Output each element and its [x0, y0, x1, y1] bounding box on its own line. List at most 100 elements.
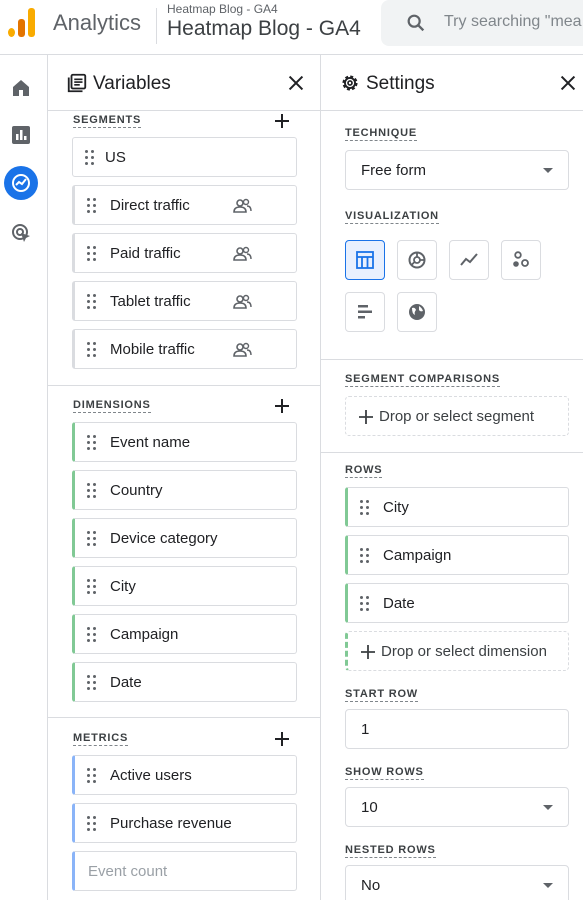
metric-placeholder: Event count: [88, 863, 168, 880]
row-chip-label: Date: [383, 595, 415, 612]
drag-handle-icon[interactable]: [87, 531, 97, 547]
viz-bar-button[interactable]: [345, 292, 385, 332]
viz-donut-button[interactable]: [397, 240, 437, 280]
metric-chip[interactable]: Active users: [72, 755, 297, 795]
segment-chip[interactable]: US: [72, 137, 297, 177]
variables-header: Variables: [48, 55, 320, 111]
segment-chip[interactable]: Paid traffic: [72, 233, 297, 273]
drag-handle-icon[interactable]: [360, 548, 370, 564]
drag-handle-icon[interactable]: [87, 435, 97, 451]
drag-handle-icon[interactable]: [87, 246, 97, 262]
home-icon[interactable]: [9, 76, 33, 100]
add-segment-icon[interactable]: [273, 112, 291, 130]
metric-chip-label: Active users: [110, 767, 192, 784]
variables-icon: [67, 73, 87, 93]
close-icon[interactable]: [285, 72, 307, 94]
metric-chip[interactable]: Purchase revenue: [72, 803, 297, 843]
technique-select[interactable]: Free form: [345, 150, 569, 190]
drag-handle-icon[interactable]: [87, 579, 97, 595]
segment-chip[interactable]: Tablet traffic: [72, 281, 297, 321]
show-rows-value: 10: [361, 799, 378, 816]
account-name[interactable]: Heatmap Blog - GA4: [167, 2, 278, 16]
dimension-chip-label: Country: [110, 482, 163, 499]
rows-drop-label: Drop or select dimension: [381, 643, 547, 660]
segment-drop-label: Drop or select segment: [379, 408, 535, 425]
segment-chip[interactable]: Mobile traffic: [72, 329, 297, 369]
add-metric-icon[interactable]: [273, 730, 291, 748]
divider: [48, 385, 320, 386]
segment-drop-zone[interactable]: Drop or select segment: [345, 396, 569, 436]
rows-drop-zone[interactable]: Drop or select dimension: [345, 631, 569, 671]
viz-table-button[interactable]: [345, 240, 385, 280]
drag-handle-icon[interactable]: [87, 294, 97, 310]
drag-handle-icon[interactable]: [85, 150, 95, 166]
dimension-chip-label: Device category: [110, 530, 218, 547]
advertising-icon[interactable]: [9, 221, 33, 245]
close-icon[interactable]: [557, 72, 579, 94]
drag-handle-icon[interactable]: [87, 675, 97, 691]
geo-map-icon: [409, 304, 425, 320]
dimension-chip[interactable]: Date: [72, 662, 297, 702]
drag-handle-icon[interactable]: [87, 342, 97, 358]
divider: [321, 452, 583, 453]
row-chip[interactable]: Date: [345, 583, 569, 623]
segment-chip[interactable]: Direct traffic: [72, 185, 297, 225]
dimension-chip-label: Event name: [110, 434, 191, 451]
dimension-chip[interactable]: City: [72, 566, 297, 606]
reports-icon[interactable]: [9, 123, 33, 147]
dropdown-arrow-icon: [543, 168, 553, 173]
property-selector[interactable]: Heatmap Blog - GA4: [167, 17, 361, 41]
explore-icon[interactable]: [9, 171, 33, 195]
drag-handle-icon[interactable]: [87, 483, 97, 499]
viz-geo-button[interactable]: [397, 292, 437, 332]
show-rows-select[interactable]: 10: [345, 787, 569, 827]
top-bar: Analytics Heatmap Blog - GA4 Heatmap Blo…: [0, 0, 583, 55]
row-chip[interactable]: City: [345, 487, 569, 527]
dropdown-arrow-icon: [543, 805, 553, 810]
dimension-chip-label: Campaign: [110, 626, 179, 643]
drag-handle-icon[interactable]: [360, 500, 370, 516]
add-dimension-icon[interactable]: [273, 397, 291, 415]
dimension-chip[interactable]: Campaign: [72, 614, 297, 654]
rows-label: ROWS: [345, 464, 383, 478]
dimension-chip-label: City: [110, 578, 136, 595]
left-nav: [0, 55, 48, 900]
people-icon: [233, 342, 252, 357]
show-rows-label: SHOW ROWS: [345, 766, 424, 780]
segment-chip-label: Direct traffic: [110, 197, 190, 214]
dimension-chip[interactable]: Country: [72, 470, 297, 510]
settings-header: Settings: [321, 55, 583, 111]
row-chip[interactable]: Campaign: [345, 535, 569, 575]
technique-label: TECHNIQUE: [345, 127, 417, 141]
plus-icon: [361, 645, 375, 659]
analytics-logo-icon[interactable]: [8, 7, 36, 37]
plus-icon: [359, 410, 373, 424]
drag-handle-icon[interactable]: [87, 198, 97, 214]
metric-drop-field[interactable]: Event count: [72, 851, 297, 891]
drag-handle-icon[interactable]: [87, 627, 97, 643]
viz-line-button[interactable]: [449, 240, 489, 280]
drag-handle-icon[interactable]: [87, 816, 97, 832]
drag-handle-icon[interactable]: [360, 596, 370, 612]
start-row-label: START ROW: [345, 688, 418, 702]
dimension-chip-label: Date: [110, 674, 142, 691]
dimension-chip[interactable]: Event name: [72, 422, 297, 462]
segment-comparisons-label: SEGMENT COMPARISONS: [345, 373, 500, 387]
technique-value: Free form: [361, 162, 427, 179]
segments-label: SEGMENTS: [73, 114, 142, 128]
start-row-input[interactable]: 1: [345, 709, 569, 749]
viz-scatter-button[interactable]: [501, 240, 541, 280]
search-input[interactable]: Try searching "mea: [444, 13, 582, 31]
dimension-chip[interactable]: Device category: [72, 518, 297, 558]
people-icon: [233, 294, 252, 309]
drag-handle-icon[interactable]: [87, 768, 97, 784]
search-bar[interactable]: Try searching "mea: [381, 0, 583, 46]
row-chip-label: City: [383, 499, 409, 516]
people-icon: [233, 246, 252, 261]
app-name: Analytics: [53, 10, 142, 35]
gear-icon: [342, 75, 358, 91]
divider: [156, 8, 157, 44]
visualization-label: VISUALIZATION: [345, 210, 439, 224]
divider: [48, 717, 320, 718]
nested-rows-select[interactable]: No: [345, 865, 569, 900]
